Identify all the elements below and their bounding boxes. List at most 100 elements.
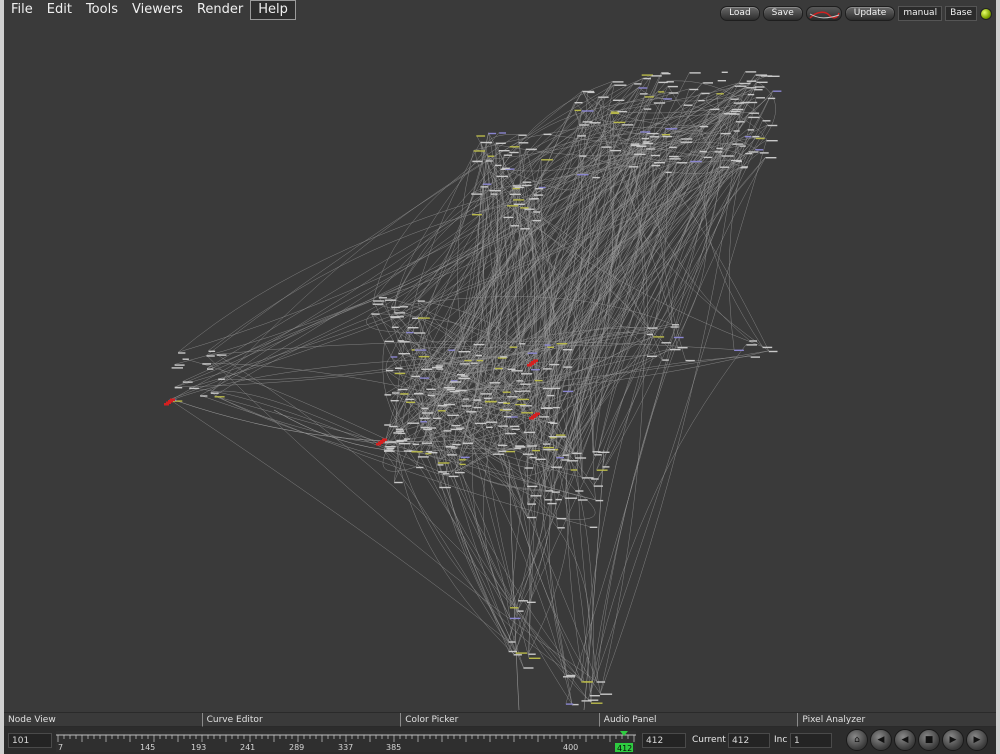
key-next-button[interactable]: ▶ xyxy=(966,729,988,751)
graph-node xyxy=(473,406,483,409)
save-button[interactable]: Save xyxy=(762,6,803,21)
graph-node xyxy=(428,427,437,429)
graph-node xyxy=(517,398,530,401)
graph-node xyxy=(438,462,450,464)
graph-node xyxy=(527,516,537,519)
graph-node xyxy=(389,425,398,428)
graph-node xyxy=(386,447,395,450)
graph-node xyxy=(521,390,531,392)
graph-node xyxy=(511,428,520,430)
time-ruler[interactable]: 7 145 193 241 289 337 385 400 412 xyxy=(56,731,636,752)
play-icon: ▶ xyxy=(949,734,957,745)
graph-node xyxy=(653,102,666,104)
graph-node xyxy=(421,412,434,414)
graph-node xyxy=(548,436,558,438)
graph-node xyxy=(464,359,472,362)
graph-node xyxy=(557,436,567,438)
graph-node xyxy=(508,650,517,653)
graph-node xyxy=(739,82,751,85)
graph-node xyxy=(418,356,430,358)
graph-node xyxy=(539,416,550,418)
node-graph-view[interactable] xyxy=(4,20,996,712)
current-frame-field[interactable]: 412 xyxy=(728,733,770,748)
graph-node xyxy=(207,368,214,370)
graph-node xyxy=(767,75,780,77)
graph-node xyxy=(492,453,505,455)
end-frame-field[interactable]: 412 xyxy=(642,733,686,748)
graph-connection xyxy=(534,160,691,381)
play-button[interactable]: ▶ xyxy=(942,729,964,751)
graph-node xyxy=(734,85,747,87)
graph-node xyxy=(668,85,678,88)
graph-node xyxy=(524,467,534,469)
menu-render[interactable]: Render xyxy=(190,0,250,20)
graph-node xyxy=(577,499,588,501)
graph-node xyxy=(208,350,216,352)
step-back-button[interactable]: ◀ xyxy=(894,729,916,751)
graph-node xyxy=(497,444,508,447)
tab-pixel-analyzer[interactable]: Pixel Analyzer xyxy=(797,713,996,727)
menu-help[interactable]: Help xyxy=(250,0,296,20)
graph-node xyxy=(423,428,432,431)
base-button[interactable]: Base xyxy=(945,6,977,21)
graph-node xyxy=(602,466,610,468)
graph-node xyxy=(373,300,385,302)
load-button[interactable]: Load xyxy=(720,6,760,21)
graph-node xyxy=(552,406,560,409)
graph-node xyxy=(547,421,555,424)
graph-node xyxy=(547,346,554,348)
graph-node xyxy=(495,142,506,144)
graph-node xyxy=(505,432,517,435)
graph-node xyxy=(443,387,456,389)
node-graph-canvas[interactable] xyxy=(4,20,996,712)
graph-node xyxy=(647,327,658,329)
graph-node xyxy=(699,150,707,153)
stop-icon: ■ xyxy=(924,734,934,745)
graph-node xyxy=(634,153,646,155)
graph-node xyxy=(456,427,465,429)
graph-node xyxy=(535,188,544,190)
graph-node xyxy=(462,442,474,444)
update-button[interactable]: Update xyxy=(844,6,896,21)
selected-node xyxy=(382,438,387,441)
selected-node xyxy=(170,398,175,401)
key-prev-icon: ◀ xyxy=(877,734,885,745)
tab-curve-editor[interactable]: Curve Editor xyxy=(201,713,401,727)
graph-node xyxy=(642,137,650,140)
graph-node xyxy=(509,146,520,148)
graph-node xyxy=(514,390,522,393)
time-ruler-ticks: 7 145 193 241 289 337 385 400 412 xyxy=(56,731,636,752)
graph-node xyxy=(638,87,648,89)
tab-audio-panel[interactable]: Audio Panel xyxy=(598,713,798,727)
menu-viewers[interactable]: Viewers xyxy=(125,0,190,20)
update-mode-select[interactable]: manual xyxy=(898,6,943,21)
tab-node-view[interactable]: Node View xyxy=(4,713,202,727)
menu-edit[interactable]: Edit xyxy=(40,0,79,20)
stop-button[interactable]: ■ xyxy=(918,729,940,751)
current-label: Current xyxy=(692,735,726,745)
start-frame-field[interactable]: 101 xyxy=(8,733,52,748)
inc-field[interactable]: 1 xyxy=(790,733,832,748)
home-button[interactable]: ⌂ xyxy=(846,729,868,751)
graph-node xyxy=(643,141,650,143)
graph-node xyxy=(651,154,661,157)
graph-node xyxy=(485,421,498,423)
graph-node xyxy=(454,471,465,474)
menu-file[interactable]: File xyxy=(4,0,40,20)
graph-node xyxy=(532,219,541,222)
graph-node xyxy=(644,108,652,110)
graph-node xyxy=(551,466,562,468)
graph-node xyxy=(755,137,765,140)
tab-color-picker[interactable]: Color Picker xyxy=(400,713,599,727)
graph-node xyxy=(685,359,695,362)
graph-node xyxy=(566,674,576,677)
graph-node xyxy=(480,141,493,144)
menu-tools[interactable]: Tools xyxy=(79,0,125,20)
key-prev-button[interactable]: ◀ xyxy=(870,729,892,751)
graph-node xyxy=(754,89,763,91)
graph-node xyxy=(555,498,562,501)
graph-node xyxy=(547,502,557,505)
curve-toggle-button[interactable] xyxy=(805,6,842,21)
graph-node xyxy=(600,693,613,695)
graph-node xyxy=(527,352,537,354)
